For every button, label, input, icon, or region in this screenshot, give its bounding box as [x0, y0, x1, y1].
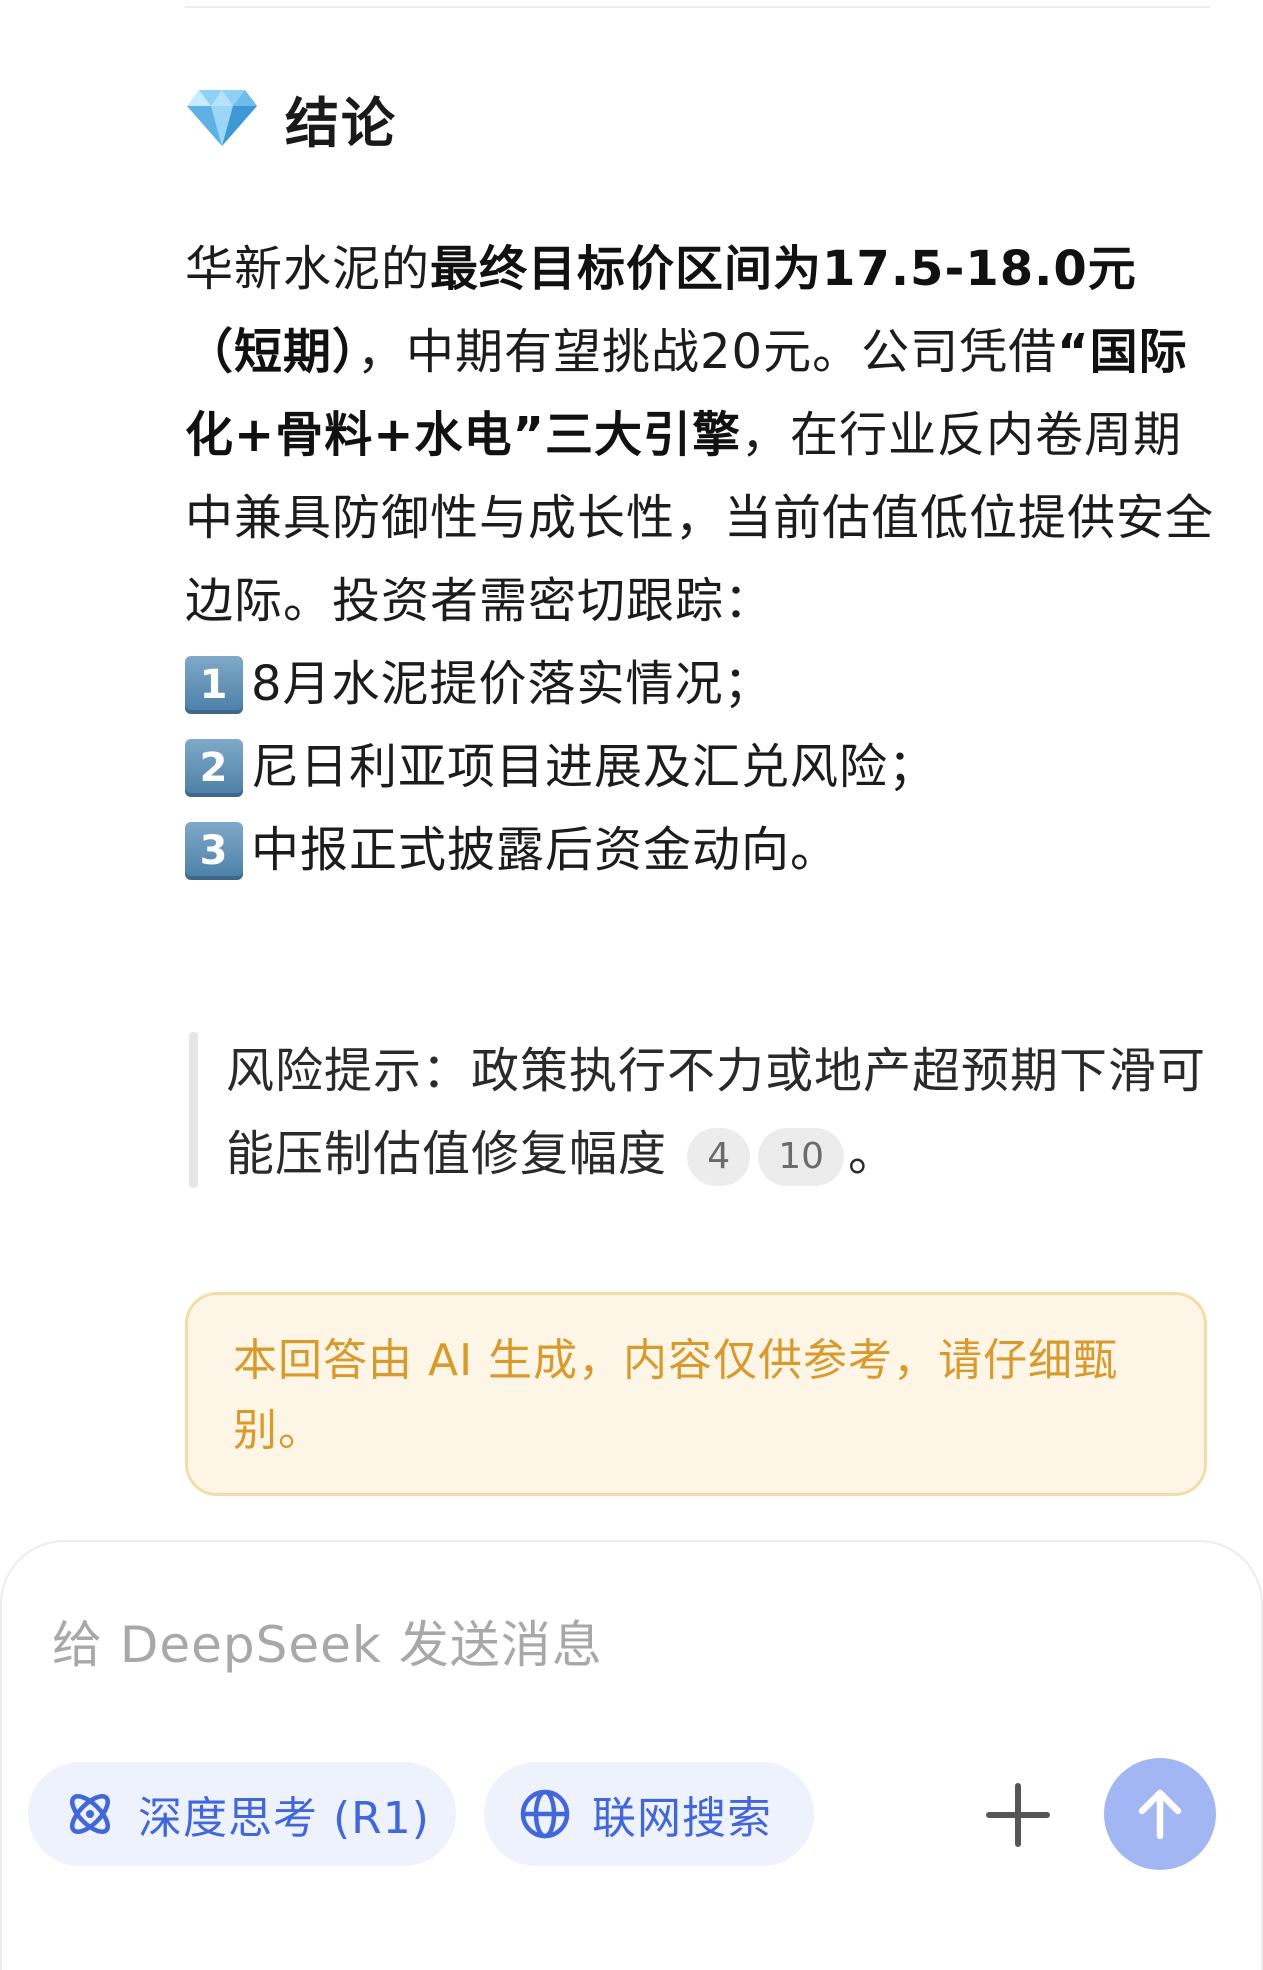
list-item-text: 8月水泥提价落实情况；	[251, 656, 773, 712]
message-input[interactable]: 给 DeepSeek 发送消息	[52, 1605, 603, 1677]
risk-text: 风险提示：政策执行不力或地产超预期下滑可能压制估值修复幅度 4 10。	[226, 1030, 1226, 1196]
gem-icon	[187, 90, 257, 146]
list-item-text: 尼日利亚项目进展及汇兑风险；	[251, 739, 938, 795]
list-item: 1 8月水泥提价落实情况；	[185, 643, 1225, 726]
conclusion-text-1: 华新水泥的	[185, 241, 431, 297]
section-title: 结论	[285, 91, 397, 155]
citation-badge[interactable]: 4	[687, 1128, 751, 1186]
list-item: 3 中报正式披露后资金动向。	[185, 809, 1225, 892]
web-search-button[interactable]: 联网搜索	[484, 1762, 814, 1866]
send-button[interactable]	[1104, 1758, 1216, 1870]
atom-icon	[70, 1794, 110, 1834]
citation-badge[interactable]: 10	[758, 1128, 844, 1186]
keycap-one-icon: 1	[185, 655, 243, 714]
risk-end: 。	[848, 1126, 898, 1182]
risk-blockquote: 风险提示：政策执行不力或地产超预期下滑可能压制估值修复幅度 4 10。	[185, 1030, 1225, 1190]
section-heading: 结论	[185, 78, 397, 158]
plus-icon[interactable]	[985, 1782, 1051, 1848]
list-item: 2 尼日利亚项目进展及汇兑风险；	[185, 726, 1225, 809]
conclusion-paragraph: 华新水泥的最终目标价区间为17.5-18.0元（短期），中期有望挑战20元。公司…	[185, 228, 1225, 643]
keycap-two-icon: 2	[185, 738, 243, 797]
conclusion-content: 华新水泥的最终目标价区间为17.5-18.0元（短期），中期有望挑战20元。公司…	[185, 228, 1225, 892]
keycap-three-icon: 3	[185, 821, 243, 880]
list-item-text: 中报正式披露后资金动向。	[251, 822, 840, 878]
ai-disclaimer: 本回答由 AI 生成，内容仅供参考，请仔细甄别。	[185, 1292, 1207, 1496]
web-search-label: 联网搜索	[592, 1793, 772, 1844]
conclusion-text-2: ，中期有望挑战20元。公司凭借	[357, 324, 1058, 380]
deep-think-button[interactable]: 深度思考 (R1)	[28, 1762, 456, 1866]
arrow-up-icon	[1138, 1789, 1182, 1840]
deep-think-label: 深度思考 (R1)	[138, 1793, 430, 1844]
top-divider	[185, 6, 1210, 8]
blockquote-bar	[189, 1032, 198, 1188]
globe-icon	[520, 1789, 570, 1839]
disclaimer-text: 本回答由 AI 生成，内容仅供参考，请仔细甄别。	[233, 1335, 1119, 1456]
